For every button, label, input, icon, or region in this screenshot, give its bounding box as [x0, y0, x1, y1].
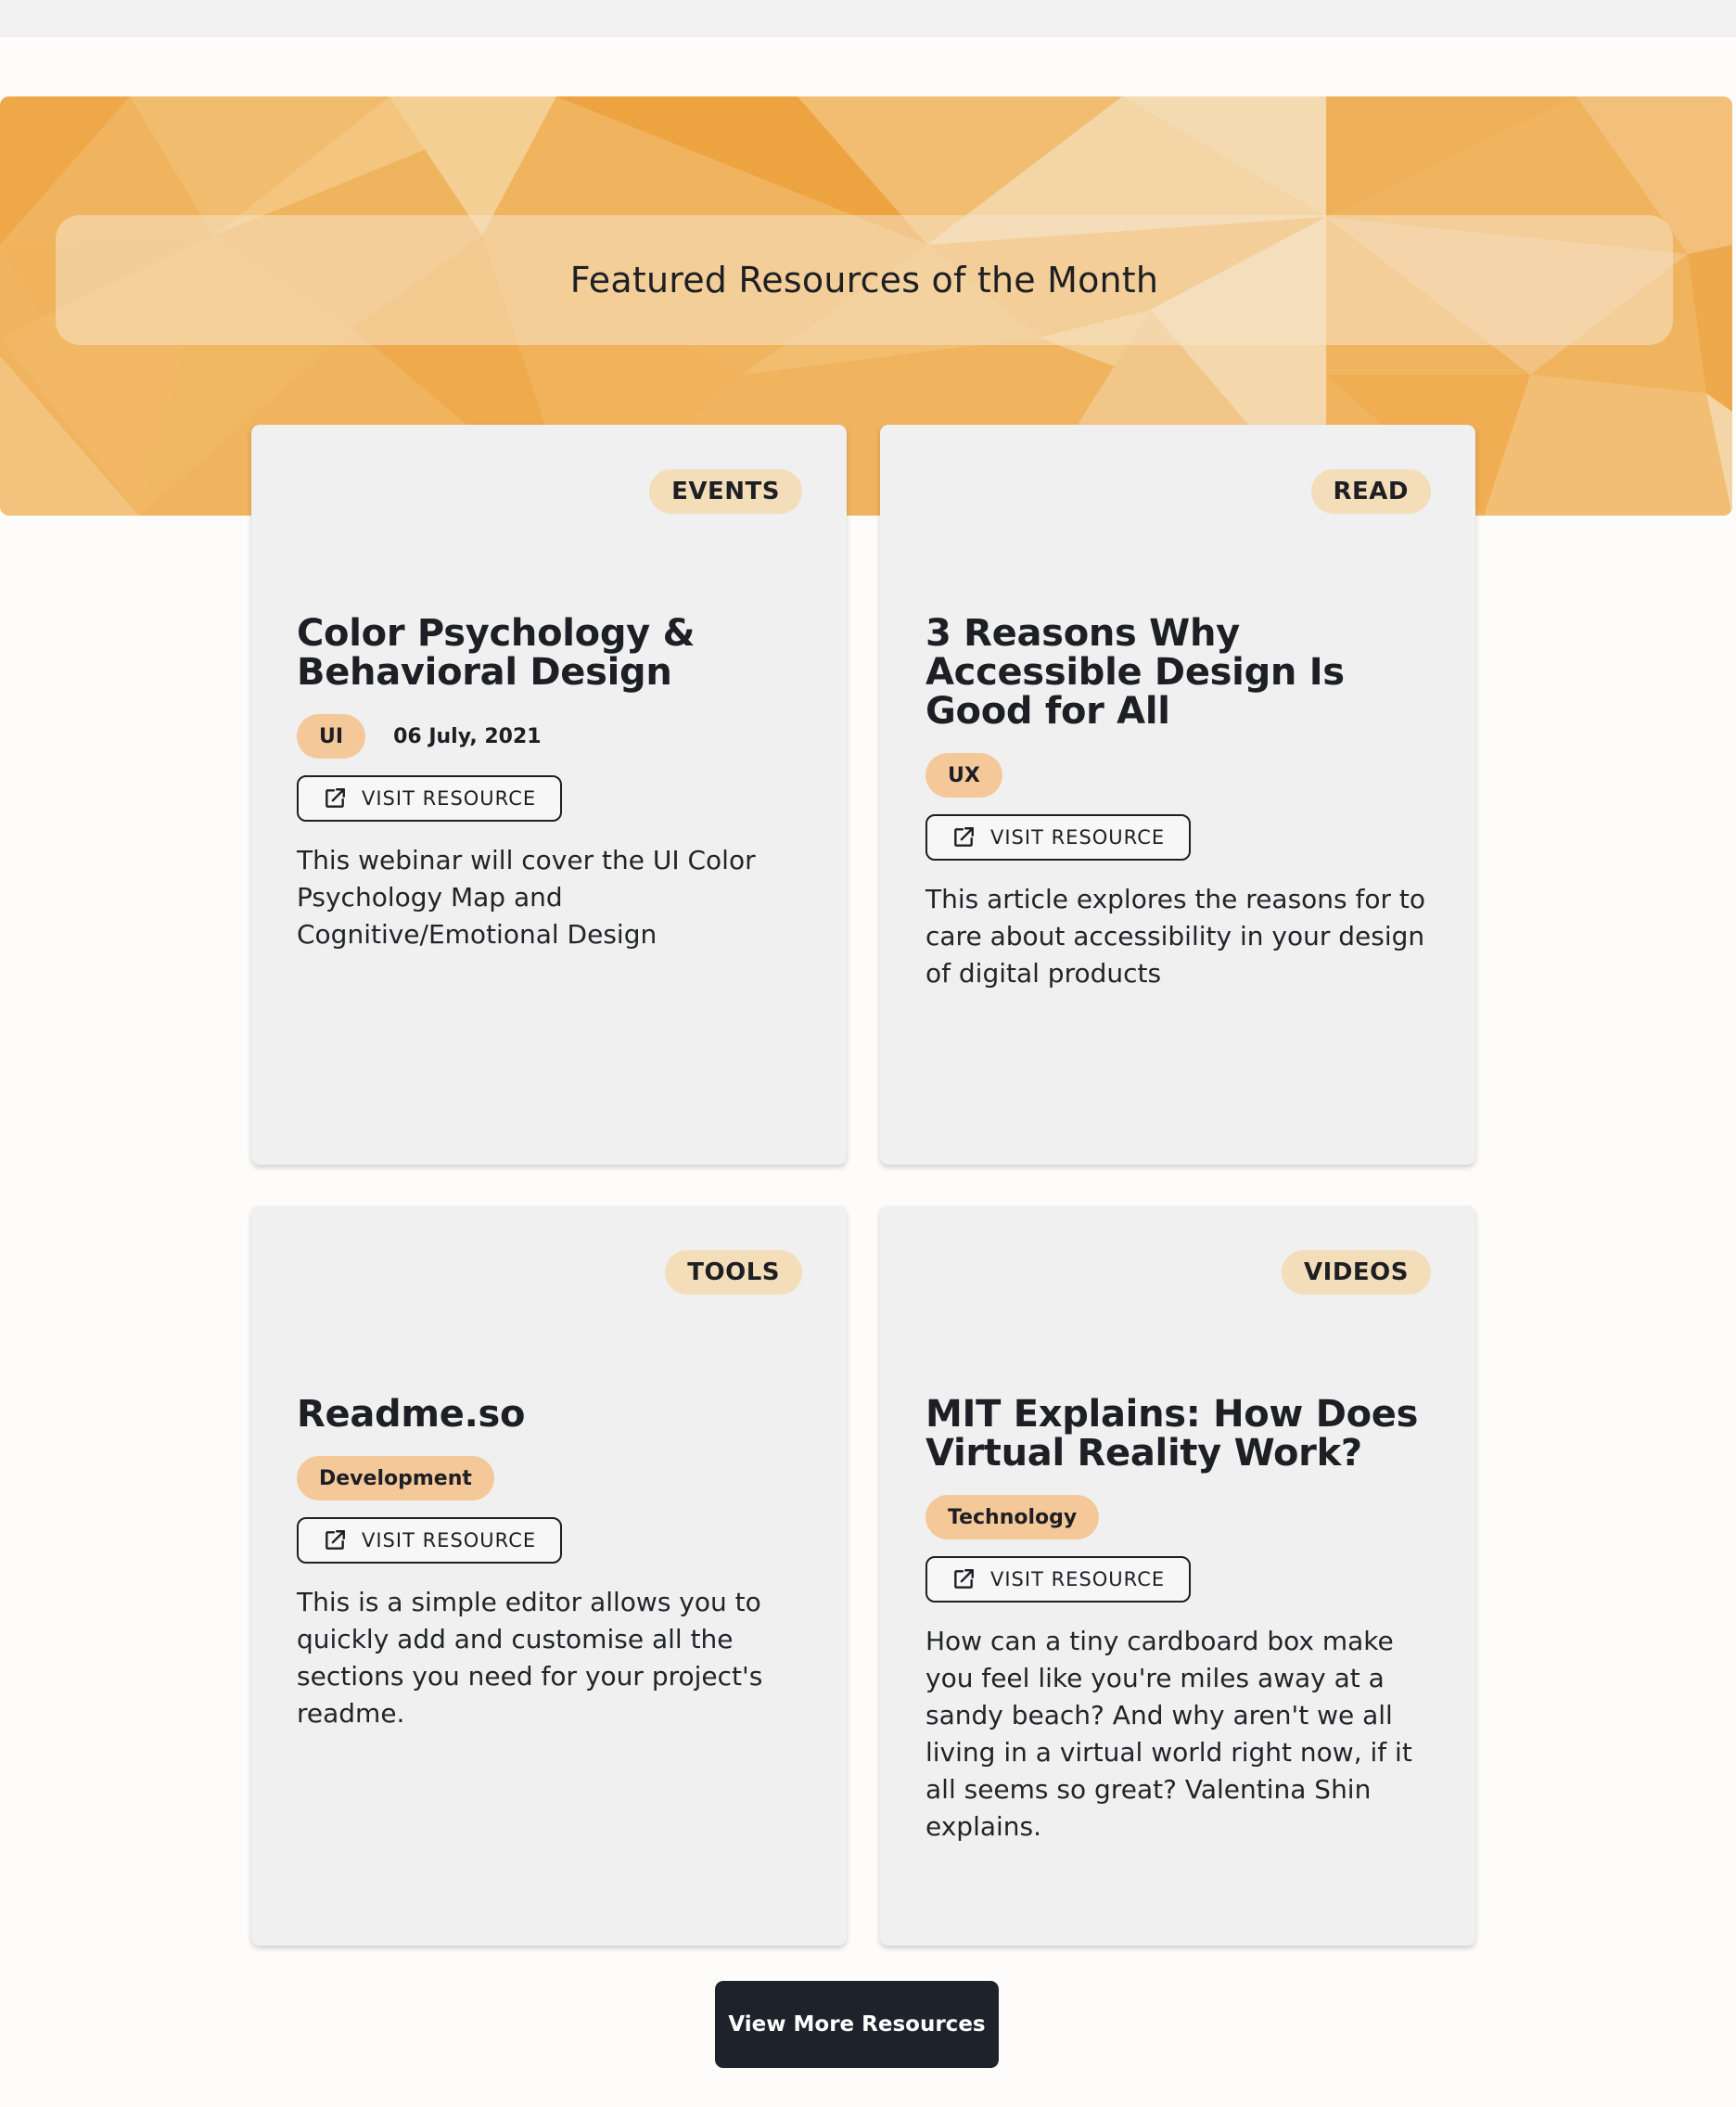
visit-resource-button[interactable]: VISIT RESOURCE	[925, 814, 1192, 861]
external-link-icon	[951, 825, 976, 849]
card-body: Readme.so Development VISIT RESOURCE Thi…	[297, 1395, 807, 1732]
card-title: 3 Reasons Why Accessible Design Is Good …	[925, 612, 1345, 733]
card-description: How can a tiny cardboard box make you fe…	[925, 1626, 1412, 1842]
visit-resource-button[interactable]: VISIT RESOURCE	[297, 775, 563, 822]
visit-resource-label: VISIT RESOURCE	[362, 1529, 537, 1552]
event-date: 06 July, 2021	[393, 724, 542, 748]
external-link-icon	[951, 1567, 976, 1591]
page-title: Featured Resources of the Month	[569, 260, 1159, 300]
external-link-icon	[323, 786, 347, 811]
resource-card: EVENTS Color Psychology & Behavioral Des…	[251, 425, 847, 1165]
visit-resource-label: VISIT RESOURCE	[362, 787, 537, 810]
topic-tag: UX	[925, 753, 1002, 798]
card-body: MIT Explains: How Does Virtual Reality W…	[925, 1395, 1436, 1845]
card-title: Readme.so	[297, 1393, 526, 1436]
resource-card: VIDEOS MIT Explains: How Does Virtual Re…	[880, 1206, 1475, 1946]
category-badge: EVENTS	[649, 469, 802, 514]
card-description: This article explores the reasons for to…	[925, 884, 1426, 989]
top-bar	[0, 0, 1736, 37]
topic-tag: Development	[297, 1456, 494, 1500]
category-badge: READ	[1310, 469, 1431, 514]
visit-resource-button[interactable]: VISIT RESOURCE	[925, 1556, 1192, 1603]
resource-card: TOOLS Readme.so Development VISIT RESOUR…	[251, 1206, 847, 1946]
card-meta: Development	[297, 1456, 807, 1500]
resource-card: READ 3 Reasons Why Accessible Design Is …	[880, 425, 1475, 1165]
card-body: Color Psychology & Behavioral Design UI …	[297, 614, 807, 953]
card-body: 3 Reasons Why Accessible Design Is Good …	[925, 614, 1436, 992]
card-meta: UX	[925, 753, 1436, 798]
external-link-icon	[323, 1528, 347, 1552]
topic-tag: UI	[297, 714, 366, 759]
card-meta: Technology	[925, 1495, 1436, 1539]
category-badge: TOOLS	[665, 1250, 802, 1295]
hero-title-box: Featured Resources of the Month	[56, 215, 1673, 345]
card-title: MIT Explains: How Does Virtual Reality W…	[925, 1393, 1419, 1475]
visit-resource-button[interactable]: VISIT RESOURCE	[297, 1517, 563, 1564]
view-more-resources-button[interactable]: View More Resources	[715, 1981, 999, 2068]
category-badge: VIDEOS	[1282, 1250, 1431, 1295]
topic-tag: Technology	[925, 1495, 1100, 1539]
card-meta: UI 06 July, 2021	[297, 714, 807, 759]
card-description: This webinar will cover the UI Color Psy…	[297, 845, 756, 950]
card-title: Color Psychology & Behavioral Design	[297, 612, 696, 694]
visit-resource-label: VISIT RESOURCE	[990, 1568, 1166, 1590]
visit-resource-label: VISIT RESOURCE	[990, 826, 1166, 849]
card-description: This is a simple editor allows you to qu…	[297, 1587, 763, 1729]
